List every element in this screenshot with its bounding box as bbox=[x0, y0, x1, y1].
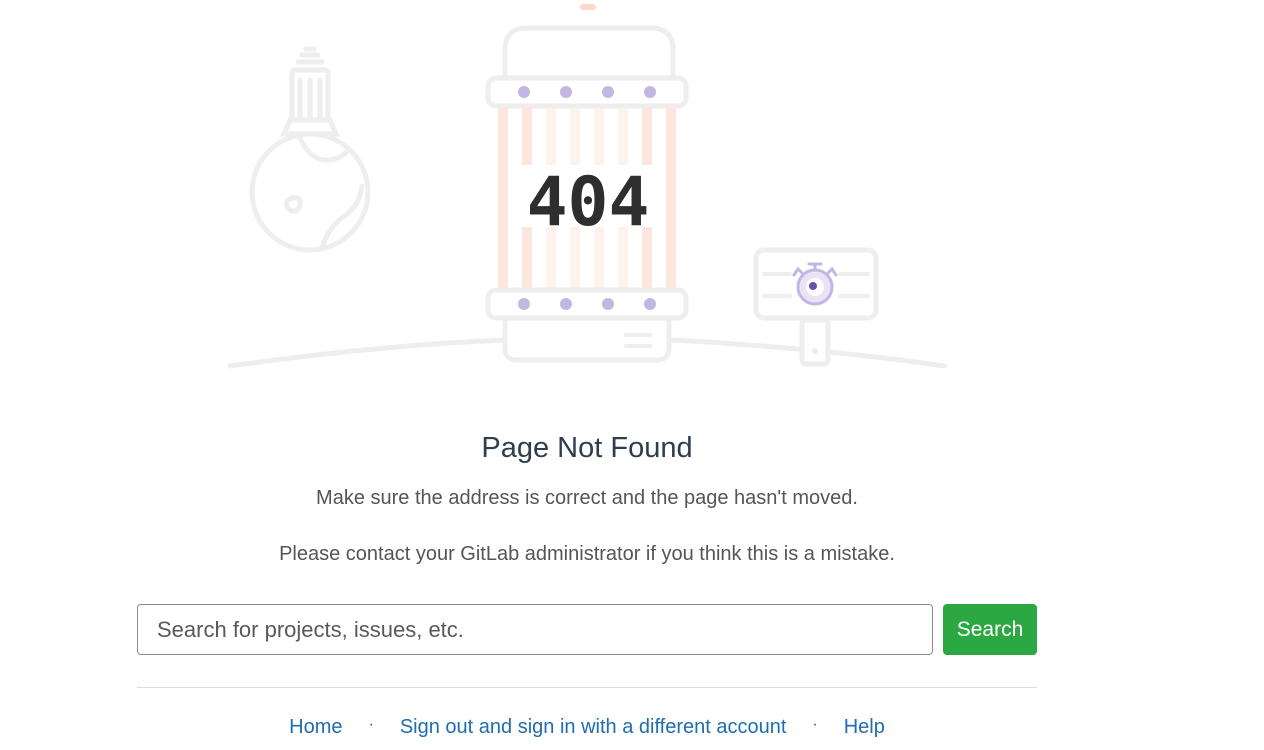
404-illustration: 404 bbox=[227, 4, 948, 369]
divider bbox=[137, 687, 1037, 688]
page-title: Page Not Found bbox=[481, 432, 693, 464]
error-message: Make sure the address is correct and the… bbox=[316, 487, 858, 509]
search-form: Search bbox=[137, 604, 1037, 655]
machine-icon: 404 bbox=[485, 4, 689, 363]
error-page: 404 Page Not Found Make sure the address… bbox=[0, 0, 1264, 750]
search-input[interactable] bbox=[137, 604, 933, 655]
planet-icon bbox=[249, 46, 371, 253]
error-code-text: 404 bbox=[527, 163, 650, 242]
link-separator: · bbox=[812, 716, 818, 733]
home-link[interactable]: Home bbox=[289, 716, 342, 738]
search-button[interactable]: Search bbox=[943, 604, 1037, 655]
help-link[interactable]: Help bbox=[844, 716, 885, 738]
link-separator: · bbox=[368, 716, 374, 733]
footer-links: Home · Sign out and sign in with a differe… bbox=[137, 713, 1037, 743]
contact-admin-message: Please contact your GitLab administrator… bbox=[279, 543, 895, 565]
sign-out-link[interactable]: Sign out and sign in with a different ac… bbox=[400, 716, 787, 738]
